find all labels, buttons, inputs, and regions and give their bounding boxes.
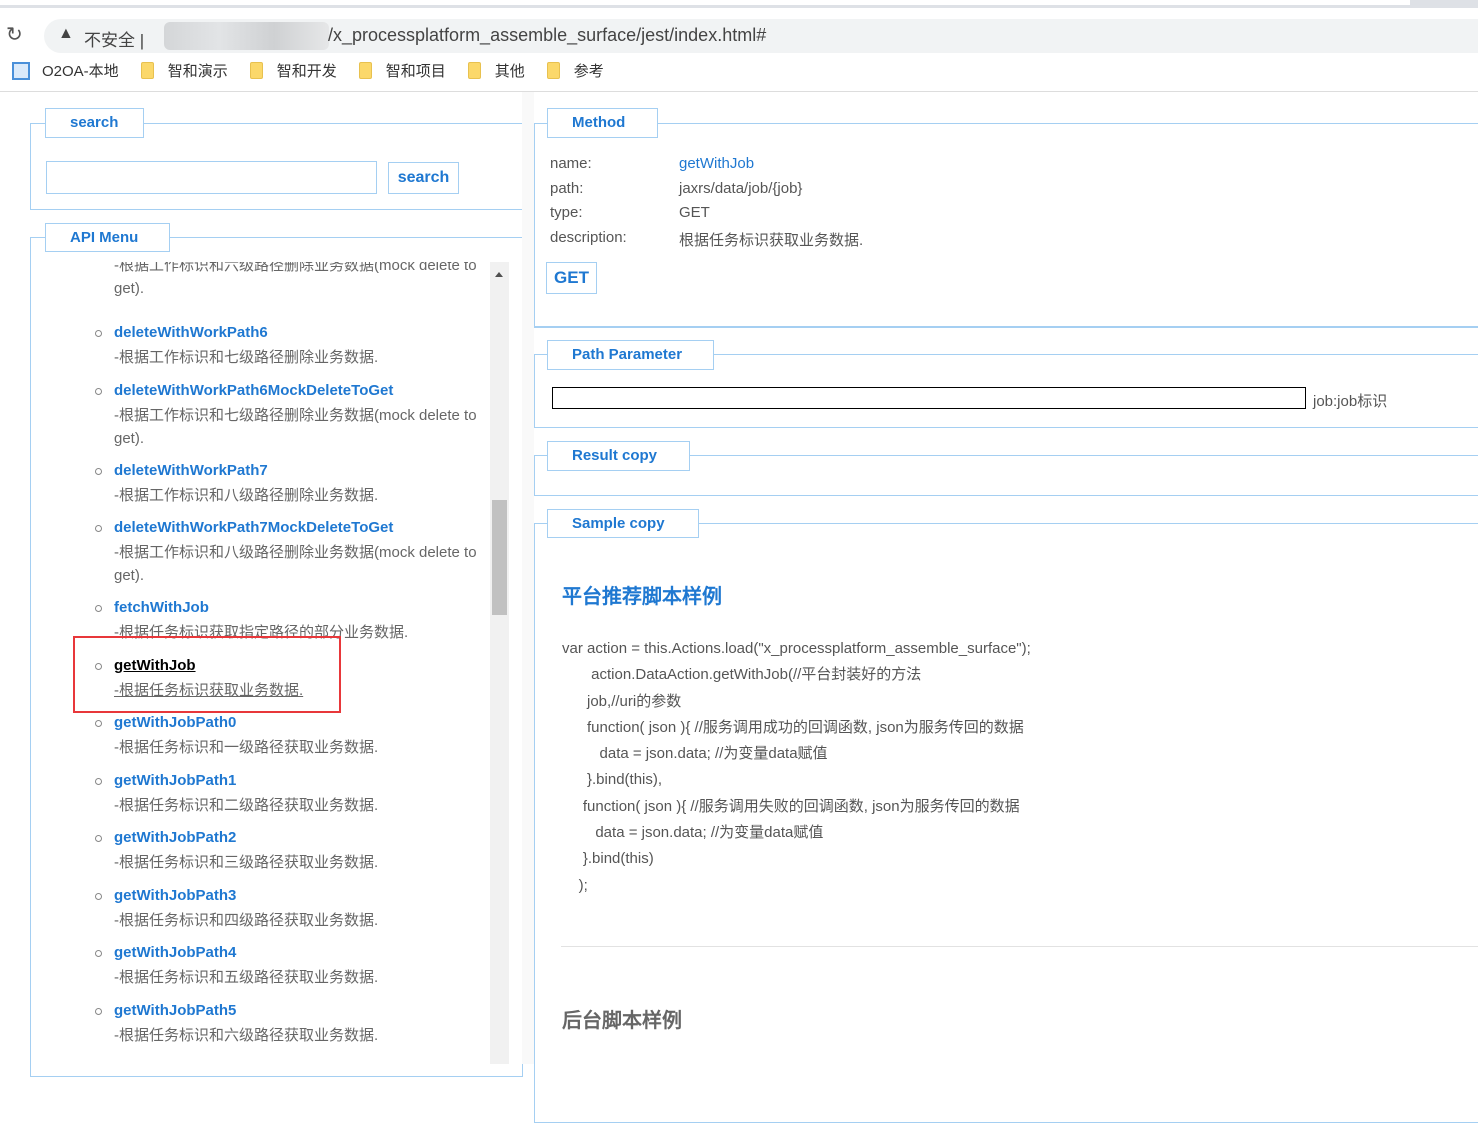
job-param-hint: job:job标识: [1313, 393, 1388, 410]
method-fieldset: [534, 123, 1478, 327]
blurred-host: [164, 22, 329, 50]
insecure-label: 不安全 |: [84, 31, 145, 50]
api-menu-item-name[interactable]: getWithJobPath1: [114, 772, 236, 789]
bullet-icon: [95, 1008, 102, 1015]
bookmark-folder[interactable]: 智和项目: [358, 60, 446, 81]
folder-icon: [358, 62, 372, 79]
scrollbar-thumb[interactable]: [492, 500, 507, 615]
type-label: type:: [550, 204, 583, 221]
api-menu-item-desc[interactable]: -根据任务标识和三级路径获取业务数据.: [114, 851, 492, 874]
api-menu-item-name[interactable]: deleteWithWorkPath6MockDeleteToGet: [114, 382, 393, 399]
api-menu-item-name[interactable]: getWithJobPath4: [114, 944, 236, 961]
api-menu-item-name[interactable]: deleteWithWorkPath6: [114, 324, 268, 341]
bullet-icon: [95, 893, 102, 900]
bookmark-o2oa[interactable]: O2OA-本地: [12, 60, 119, 81]
bullet-icon: [95, 720, 102, 727]
divider: [561, 946, 1478, 947]
bookmark-label: 智和开发: [276, 63, 337, 80]
bookmark-label: 其他: [494, 63, 525, 80]
api-menu-item-desc[interactable]: -根据任务标识和六级路径获取业务数据.: [114, 1024, 492, 1047]
bullet-icon: [95, 330, 102, 337]
menu-scrollbar[interactable]: [490, 262, 509, 1064]
api-menu-item-desc[interactable]: -根据工作标识和七级路径删除业务数据(mock delete to get).: [114, 404, 492, 450]
warning-icon[interactable]: ▲: [58, 25, 74, 43]
api-menu-item-desc[interactable]: -根据工作标识和六级路径删除业务数据(mock delete to get).: [114, 262, 492, 300]
folder-icon: [140, 62, 154, 79]
api-menu-item-desc[interactable]: -根据工作标识和八级路径删除业务数据(mock delete to get).: [114, 541, 492, 587]
bullet-icon: [95, 778, 102, 785]
api-menu-item-desc[interactable]: -根据工作标识和八级路径删除业务数据.: [114, 484, 492, 507]
bullet-icon: [95, 605, 102, 612]
bullet-icon: [95, 525, 102, 532]
search-input[interactable]: [46, 161, 377, 194]
description-label: description:: [550, 229, 627, 246]
path-label: path:: [550, 180, 584, 197]
sample-code: var action = this.Actions.load("x_proces…: [562, 640, 1031, 894]
bookmark-folder[interactable]: 其他: [467, 60, 525, 81]
result-copy-legend[interactable]: Result copy: [547, 441, 690, 471]
bullet-icon: [95, 388, 102, 395]
get-button[interactable]: GET: [546, 262, 597, 294]
url-text: /x_processplatform_assemble_surface/jest…: [328, 25, 767, 45]
scroll-up-icon[interactable]: [495, 272, 503, 277]
o2oa-icon: [12, 61, 30, 80]
search-legend: search: [45, 108, 144, 138]
bookmarks-bar: O2OA-本地 智和演示 智和开发 智和项目 其他 参考: [0, 50, 1478, 92]
bookmark-folder[interactable]: 智和演示: [140, 60, 228, 81]
address-bar-row: ↻ ▲ 不安全 | /x_processplatform_assemble_su…: [0, 8, 1478, 53]
tab-strip: [0, 0, 1478, 8]
api-menu-item-desc[interactable]: -根据任务标识和二级路径获取业务数据.: [114, 794, 492, 817]
bullet-icon: [95, 468, 102, 475]
bullet-icon: [95, 950, 102, 957]
method-legend: Method: [547, 108, 658, 138]
bookmark-label: 智和项目: [385, 63, 446, 80]
api-menu-item-name[interactable]: deleteWithWorkPath7: [114, 462, 268, 479]
bookmark-folder[interactable]: 智和开发: [249, 60, 337, 81]
folder-icon: [467, 62, 481, 79]
api-menu-item-name[interactable]: getWithJobPath5: [114, 1002, 236, 1019]
api-menu-item-desc[interactable]: -根据任务标识和一级路径获取业务数据.: [114, 736, 492, 759]
api-menu-item-name[interactable]: getWithJobPath0: [114, 714, 236, 731]
api-menu-item-desc[interactable]: -根据任务标识和五级路径获取业务数据.: [114, 966, 492, 989]
highlight-box: [73, 636, 341, 713]
path-parameter-legend: Path Parameter: [547, 340, 714, 370]
name-label: name:: [550, 155, 592, 172]
method-name: getWithJob: [679, 155, 755, 172]
omnibox[interactable]: ▲ 不安全 | /x_processplatform_assemble_surf…: [44, 19, 1478, 53]
api-menu-item-name[interactable]: fetchWithJob: [114, 599, 209, 616]
bookmark-label: O2OA-本地: [42, 63, 119, 80]
job-input[interactable]: [552, 387, 1306, 409]
method-type: GET: [679, 204, 710, 221]
api-menu-item-name[interactable]: getWithJobPath2: [114, 829, 236, 846]
folder-icon: [249, 62, 263, 79]
api-menu-item-desc[interactable]: -根据任务标识和四级路径获取业务数据.: [114, 909, 492, 932]
api-menu-item-name[interactable]: deleteWithWorkPath7MockDeleteToGet: [114, 519, 393, 536]
method-description: 根据任务标识获取业务数据.: [679, 232, 864, 249]
reload-icon[interactable]: ↻: [6, 22, 23, 47]
bookmark-label: 参考: [573, 63, 604, 80]
folder-icon: [546, 62, 560, 79]
method-path: jaxrs/data/job/{job}: [679, 180, 803, 197]
sample-copy-legend[interactable]: Sample copy: [547, 509, 699, 538]
api-menu-legend: API Menu: [45, 223, 170, 252]
panel-gap: [522, 92, 534, 1064]
bookmark-label: 智和演示: [167, 63, 228, 80]
bookmark-folder[interactable]: 参考: [546, 60, 604, 81]
platform-sample-title: 平台推荐脚本样例: [562, 586, 722, 608]
api-menu-item-desc[interactable]: -根据工作标识和七级路径删除业务数据.: [114, 346, 492, 369]
backend-sample-title: 后台脚本样例: [562, 1010, 682, 1032]
api-menu-item-name[interactable]: getWithJobPath3: [114, 887, 236, 904]
bullet-icon: [95, 835, 102, 842]
search-button[interactable]: search: [388, 162, 459, 194]
